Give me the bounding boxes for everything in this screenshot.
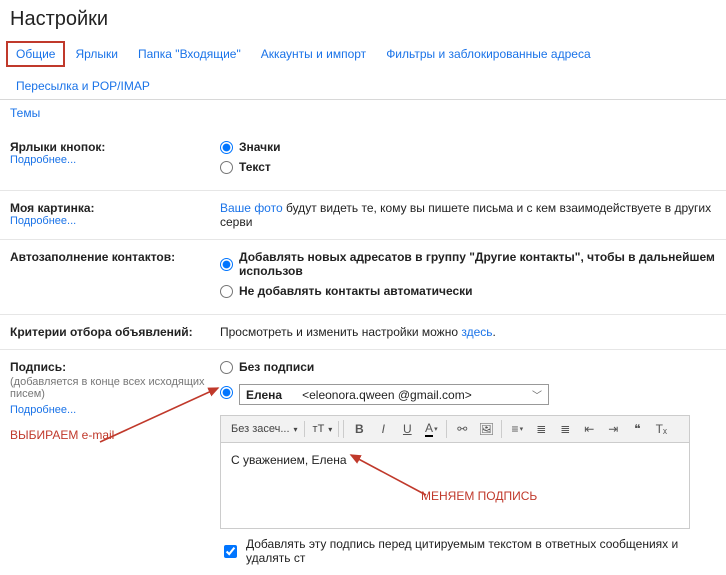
tab-labels[interactable]: Ярлыки (65, 41, 128, 67)
signature-identity-select[interactable]: Елена <eleonora.qween @gmail.com> ﹀ (239, 384, 549, 405)
radio-no-signature[interactable] (220, 361, 233, 374)
font-size-dropdown[interactable]: тT ▾ (307, 421, 340, 437)
indent-more-button[interactable]: ⇥ (602, 419, 624, 439)
tab-accounts[interactable]: Аккаунты и импорт (251, 41, 376, 67)
radio-text[interactable] (220, 161, 233, 174)
font-size-label: тT (313, 423, 325, 435)
toolbar-separator (343, 420, 344, 438)
radio-icons-label: Значки (239, 140, 281, 154)
radio-noadd-contacts-label: Не добавлять контакты автоматически (239, 284, 473, 298)
ad-criteria-dot: . (493, 325, 496, 339)
tab-forwarding[interactable]: Пересылка и POP/IMAP (6, 73, 160, 99)
settings-tabs: Общие Ярлыки Папка "Входящие" Аккаунты и… (0, 41, 726, 100)
text-color-button[interactable]: A▾ (420, 419, 442, 439)
align-button[interactable]: ≡▾ (506, 419, 528, 439)
button-labels-label: Ярлыки кнопок: (10, 140, 210, 154)
radio-noadd-contacts[interactable] (220, 285, 233, 298)
section-ad-criteria: Критерии отбора объявлений: Просмотреть … (0, 315, 726, 350)
signature-label: Подпись: (10, 360, 210, 374)
your-photo-link[interactable]: Ваше фото (220, 201, 283, 215)
tab-general[interactable]: Общие (6, 41, 65, 67)
radio-signature-select[interactable] (220, 386, 233, 399)
bold-button[interactable]: B (348, 419, 370, 439)
ad-criteria-text: Просмотреть и изменить настройки можно (220, 325, 461, 339)
signature-editor-toolbar: Без засеч... ▾ тT ▾ B I U A▾ ⚯ 🖼 ≡▾ ≣ ≣ (220, 415, 690, 443)
toolbar-separator (501, 420, 502, 438)
triangle-down-icon: ▾ (328, 425, 332, 434)
section-signature: Подпись: (добавляется в конце всех исход… (0, 350, 726, 575)
my-picture-label: Моя картинка: (10, 201, 210, 215)
tab-inbox[interactable]: Папка "Входящие" (128, 41, 251, 67)
annotation-select-email: ВЫБИРАЕМ e-mail (10, 428, 114, 442)
signature-identity-name: Елена (246, 388, 282, 402)
font-family-dropdown[interactable]: Без засеч... ▾ (225, 421, 305, 437)
insert-image-button[interactable]: 🖼 (475, 419, 497, 439)
link-button[interactable]: ⚯ (451, 419, 473, 439)
radio-icons[interactable] (220, 141, 233, 154)
toolbar-separator (446, 420, 447, 438)
signature-before-quote-checkbox[interactable] (224, 545, 237, 558)
radio-add-contacts[interactable] (220, 258, 233, 271)
my-picture-text: будут видеть те, кому вы пишете письма и… (220, 201, 711, 229)
signature-subtext: (добавляется в конце всех исходящих писе… (10, 376, 210, 400)
triangle-down-icon: ▾ (294, 425, 298, 434)
radio-no-signature-label: Без подписи (239, 360, 314, 374)
page-title: Настройки (0, 0, 726, 41)
signature-identity-email: <eleonora.qween @gmail.com> (302, 388, 472, 402)
signature-editor[interactable]: С уважением, Елена МЕНЯЕМ ПОДПИСЬ (220, 443, 690, 529)
underline-button[interactable]: U (396, 419, 418, 439)
radio-text-label: Текст (239, 160, 271, 174)
quote-button[interactable]: ❝ (626, 419, 648, 439)
button-labels-more-link[interactable]: Подробнее... (10, 154, 210, 166)
indent-less-button[interactable]: ⇤ (578, 419, 600, 439)
arrow-annotation-icon (341, 449, 431, 501)
ad-criteria-here-link[interactable]: здесь (461, 325, 492, 339)
italic-button[interactable]: I (372, 419, 394, 439)
signature-before-quote-label: Добавлять эту подпись перед цитируемым т… (246, 537, 716, 565)
remove-formatting-button[interactable]: Tₓ (650, 419, 672, 439)
numbered-list-button[interactable]: ≣ (530, 419, 552, 439)
bulleted-list-button[interactable]: ≣ (554, 419, 576, 439)
section-autocomplete: Автозаполнение контактов: Добавлять новы… (0, 240, 726, 315)
radio-add-contacts-label: Добавлять новых адресатов в группу "Друг… (239, 250, 716, 278)
ad-criteria-label: Критерии отбора объявлений: (10, 325, 210, 339)
my-picture-more-link[interactable]: Подробнее... (10, 215, 210, 227)
tab-themes[interactable]: Темы (10, 106, 40, 120)
autocomplete-label: Автозаполнение контактов: (10, 250, 210, 264)
section-my-picture: Моя картинка: Подробнее... Ваше фото буд… (0, 191, 726, 240)
signature-more-link[interactable]: Подробнее... (10, 404, 210, 416)
tab-filters[interactable]: Фильтры и заблокированные адреса (376, 41, 600, 67)
annotation-change-signature: МЕНЯЕМ ПОДПИСЬ (421, 489, 537, 503)
signature-editor-text: С уважением, Елена (231, 453, 347, 467)
section-button-labels: Ярлыки кнопок: Подробнее... Значки Текст (0, 130, 726, 191)
font-family-label: Без засеч... (231, 423, 290, 435)
chevron-down-icon: ﹀ (532, 387, 542, 402)
